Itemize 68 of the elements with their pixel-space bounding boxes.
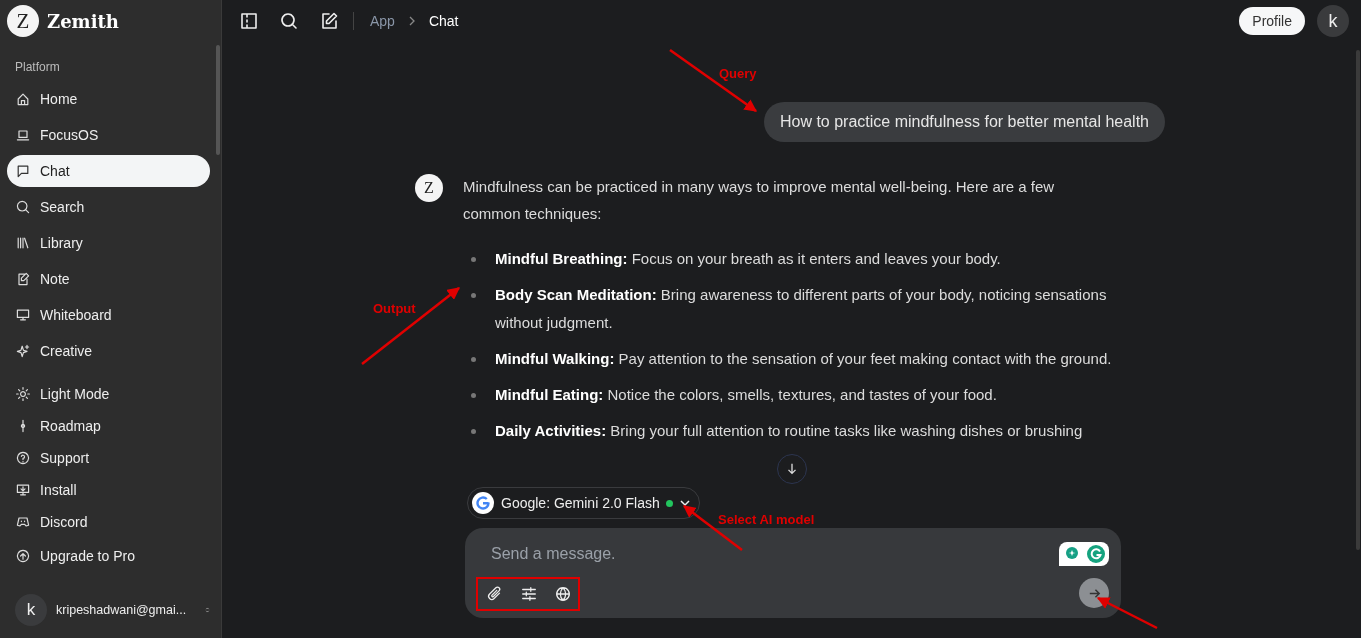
assistant-avatar: Z: [415, 174, 443, 202]
sidebar-toggle-icon[interactable]: [239, 11, 259, 31]
sidebar-item[interactable]: Creative: [7, 335, 210, 367]
bullet-icon: [471, 429, 476, 434]
sliders-icon[interactable]: [520, 585, 538, 603]
list-item: Daily Activities: Bring your full attention to routine tasks like washing dishes or brushing: [495, 421, 1083, 441]
edit-icon[interactable]: [319, 11, 339, 31]
sparkle-icon: [15, 343, 31, 359]
account-email: kripeshadwani@gmai...: [56, 603, 187, 617]
sidebar-item[interactable]: Upgrade to Pro: [7, 540, 210, 572]
sidebar-item[interactable]: Chat: [7, 155, 210, 187]
section-label: Platform: [15, 60, 61, 76]
sidebar-item[interactable]: Note: [7, 263, 210, 295]
message-field[interactable]: Send a message.: [465, 528, 1121, 618]
logo-icon: Z: [7, 5, 39, 37]
laptop-icon: [15, 127, 31, 143]
breadcrumb-link[interactable]: App: [370, 13, 395, 29]
sidebar-item[interactable]: Whiteboard: [7, 299, 210, 331]
assistant-message: Mindfulness can be practiced in many ways to improve mental well-being. Here are a few common techniques:: [463, 177, 1056, 224]
help-icon: [15, 450, 31, 466]
breadcrumb-link[interactable]: Chat: [428, 13, 459, 29]
model-selector[interactable]: Google: Gemini 2.0 Flash: [467, 487, 700, 519]
sidebar-item[interactable]: Install: [7, 474, 210, 506]
library-icon: [15, 235, 31, 251]
sidebar-item[interactable]: FocusOS: [7, 119, 210, 151]
scroll-down-button[interactable]: [777, 454, 807, 484]
annotation-label: Output: [373, 301, 416, 316]
account-menu[interactable]: k kripeshadwani@gmai...: [15, 594, 210, 626]
sidebar-item[interactable]: Discord: [7, 506, 210, 538]
annotation-label: Query: [719, 66, 757, 81]
extension-badge[interactable]: [1059, 542, 1109, 566]
sun-icon: [15, 386, 31, 402]
search-icon: [15, 199, 31, 215]
list-item: Mindful Walking: Pay attention to the sensation of your feet making contact with the ground.: [495, 349, 1112, 369]
globe-icon[interactable]: [554, 585, 572, 603]
sidebar-item[interactable]: Search: [7, 191, 210, 223]
avatar[interactable]: k: [1317, 5, 1349, 37]
list-item: Mindful Eating: Notice the colors, smells, textures, and tastes of your food.: [495, 385, 997, 405]
annotation-arrow: [1096, 596, 1158, 630]
bullet-icon: [471, 293, 476, 298]
sidebar-item[interactable]: Home: [7, 83, 210, 115]
list-item: Mindful Breathing: Focus on your breath as it enters and leaves your body.: [495, 249, 1001, 269]
user-message: How to practice mindfulness for better mental health: [763, 102, 1165, 142]
avatar: k: [15, 594, 47, 626]
send-button[interactable]: [1079, 578, 1109, 608]
install-icon: [15, 482, 31, 498]
note-icon: [15, 271, 31, 287]
app-name: Zemith: [47, 10, 119, 32]
gamepad-icon: [15, 514, 31, 530]
sidebar-item[interactable]: Support: [7, 442, 210, 474]
sidebar-item[interactable]: Light Mode: [7, 378, 210, 410]
sidebar-item[interactable]: Library: [7, 227, 210, 259]
monitor-icon: [15, 307, 31, 323]
bullet-icon: [471, 257, 476, 262]
search-icon[interactable]: [279, 11, 299, 31]
google-icon: [471, 491, 495, 515]
annotation-label: Select AI model: [718, 512, 815, 527]
sidebar-item[interactable]: Roadmap: [7, 410, 210, 442]
message-input[interactable]: Send a message.: [489, 540, 1059, 568]
caret-icon: [678, 497, 691, 509]
g-letter-icon: [1086, 544, 1106, 564]
chat-icon: [15, 163, 31, 179]
arrow-down-icon: [785, 462, 799, 476]
bullet-icon: [471, 357, 476, 362]
profile-button[interactable]: Profile: [1239, 7, 1305, 35]
bullet-icon: [471, 393, 476, 398]
list-item: Body Scan Meditation: Bring awareness to different parts of your body, noticing sensations without judgment.: [495, 285, 1108, 333]
home-icon: [15, 91, 31, 107]
